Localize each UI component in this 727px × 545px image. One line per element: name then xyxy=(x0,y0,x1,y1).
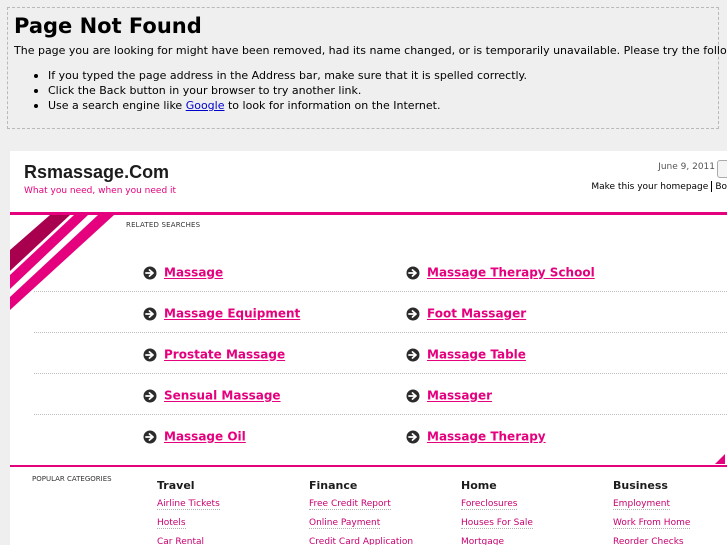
make-homepage-link[interactable]: Make this your homepage xyxy=(591,182,708,192)
arrow-right-icon xyxy=(143,348,157,361)
related-link-text[interactable]: Massager xyxy=(427,389,492,403)
related-link[interactable]: Massage Oil xyxy=(143,426,246,444)
category-link-text[interactable]: Hotels xyxy=(157,518,186,529)
category-link[interactable]: Mortgage xyxy=(461,537,533,545)
category-link-text[interactable]: Work From Home xyxy=(613,518,691,529)
error-panel: Page Not Found The page you are looking … xyxy=(7,7,727,129)
category-link[interactable]: Work From Home xyxy=(613,518,691,533)
category-column: Business Employment Work From Home Reord… xyxy=(613,479,691,545)
category-link-text[interactable]: Credit Card Application xyxy=(309,537,414,545)
related-link-text[interactable]: Massage Therapy xyxy=(427,430,546,444)
parked-page: Rsmassage.Com What you need, when you ne… xyxy=(10,151,727,545)
category-title: Travel xyxy=(157,479,195,492)
related-link-text[interactable]: Sensual Massage xyxy=(164,389,281,403)
search-tab[interactable] xyxy=(717,160,727,178)
category-column: Home Foreclosures Houses For Sale Mortga… xyxy=(461,479,533,545)
arrow-right-icon xyxy=(406,307,420,320)
header-divider xyxy=(10,212,727,215)
related-link[interactable]: Sensual Massage xyxy=(143,385,281,403)
related-link[interactable]: Prostate Massage xyxy=(143,344,285,362)
arrow-right-icon xyxy=(406,266,420,279)
related-link[interactable]: Massager xyxy=(406,385,492,403)
related-row: Sensual Massage Massager xyxy=(34,373,727,415)
category-title: Home xyxy=(461,479,497,492)
google-link[interactable]: Google xyxy=(186,99,225,112)
error-tip: Use a search engine like Google to look … xyxy=(34,99,527,114)
site-name[interactable]: Rsmassage.Com xyxy=(24,162,169,183)
related-row: Prostate Massage Massage Table xyxy=(34,332,727,374)
error-tip-text: to look for information on the Internet. xyxy=(224,99,441,112)
related-link-text[interactable]: Massage Equipment xyxy=(164,307,300,321)
error-title: Page Not Found xyxy=(14,14,202,38)
category-link[interactable]: Houses For Sale xyxy=(461,518,533,533)
error-tip: Click the Back button in your browser to… xyxy=(34,84,527,99)
category-link[interactable]: Car Rental xyxy=(157,537,220,545)
category-link-text[interactable]: Free Credit Report xyxy=(309,499,391,510)
arrow-right-icon xyxy=(406,389,420,402)
site-tagline: What you need, when you need it xyxy=(24,186,177,196)
category-link[interactable]: Foreclosures xyxy=(461,499,533,514)
related-link-text[interactable]: Massage Table xyxy=(427,348,526,362)
related-link[interactable]: Massage Equipment xyxy=(143,303,300,321)
corner-triangle xyxy=(715,454,725,464)
related-link[interactable]: Massage Therapy School xyxy=(406,262,595,280)
related-link[interactable]: Massage Table xyxy=(406,344,526,362)
category-link-text[interactable]: Online Payment xyxy=(309,518,381,529)
category-title: Finance xyxy=(309,479,358,492)
category-link-text[interactable]: Airline Tickets xyxy=(157,499,220,510)
category-column: Finance Free Credit Report Online Paymen… xyxy=(309,479,414,545)
category-link-text[interactable]: Reorder Checks xyxy=(613,537,684,545)
related-link-text[interactable]: Foot Massager xyxy=(427,307,526,321)
related-link[interactable]: Massage xyxy=(143,262,223,280)
category-link[interactable]: Credit Card Application xyxy=(309,537,414,545)
link-separator xyxy=(711,181,713,192)
category-column: Travel Airline Tickets Hotels Car Rental xyxy=(157,479,220,545)
error-tip: If you typed the page address in the Add… xyxy=(34,69,527,82)
category-link[interactable]: Online Payment xyxy=(309,518,413,533)
category-link-text[interactable]: Houses For Sale xyxy=(461,518,533,529)
related-link-text[interactable]: Prostate Massage xyxy=(164,348,285,362)
arrow-right-icon xyxy=(143,430,157,443)
category-link[interactable]: Free Credit Report xyxy=(309,499,413,514)
arrow-right-icon xyxy=(406,348,420,361)
arrow-right-icon xyxy=(143,389,157,402)
related-searches-label: RELATED SEARCHES xyxy=(126,221,201,229)
related-row: Massage Equipment Foot Massager xyxy=(34,291,727,333)
category-title: Business xyxy=(613,479,668,492)
related-link-text[interactable]: Massage Therapy School xyxy=(427,266,595,280)
header-links: Make this your homepage Bo xyxy=(591,181,727,192)
arrow-right-icon xyxy=(143,307,157,320)
related-row: Massage Massage Therapy School xyxy=(34,250,727,292)
related-link-text[interactable]: Massage xyxy=(164,266,223,280)
category-link[interactable]: Airline Tickets xyxy=(157,499,220,514)
category-link[interactable]: Employment xyxy=(613,499,690,514)
error-tips-list: If you typed the page address in the Add… xyxy=(34,69,527,114)
related-link[interactable]: Massage Therapy xyxy=(406,426,546,444)
date-label: June 9, 2011 xyxy=(658,162,715,172)
footer-divider xyxy=(10,465,727,467)
arrow-right-icon xyxy=(143,266,157,279)
category-link-text[interactable]: Employment xyxy=(613,499,671,510)
popular-categories-label: POPULAR CATEGORIES xyxy=(32,475,112,483)
related-row: Massage Oil Massage Therapy xyxy=(34,414,727,455)
error-description: The page you are looking for might have … xyxy=(14,44,727,57)
related-link-text[interactable]: Massage Oil xyxy=(164,430,246,444)
arrow-right-icon xyxy=(406,430,420,443)
category-link-text[interactable]: Mortgage xyxy=(461,537,504,545)
error-tip-text: Use a search engine like xyxy=(48,99,186,112)
category-link-text[interactable]: Foreclosures xyxy=(461,499,518,510)
related-link[interactable]: Foot Massager xyxy=(406,303,526,321)
category-link[interactable]: Hotels xyxy=(157,518,220,533)
bookmark-link[interactable]: Bo xyxy=(715,182,727,192)
category-link[interactable]: Reorder Checks xyxy=(613,537,690,545)
category-link-text[interactable]: Car Rental xyxy=(157,537,204,545)
